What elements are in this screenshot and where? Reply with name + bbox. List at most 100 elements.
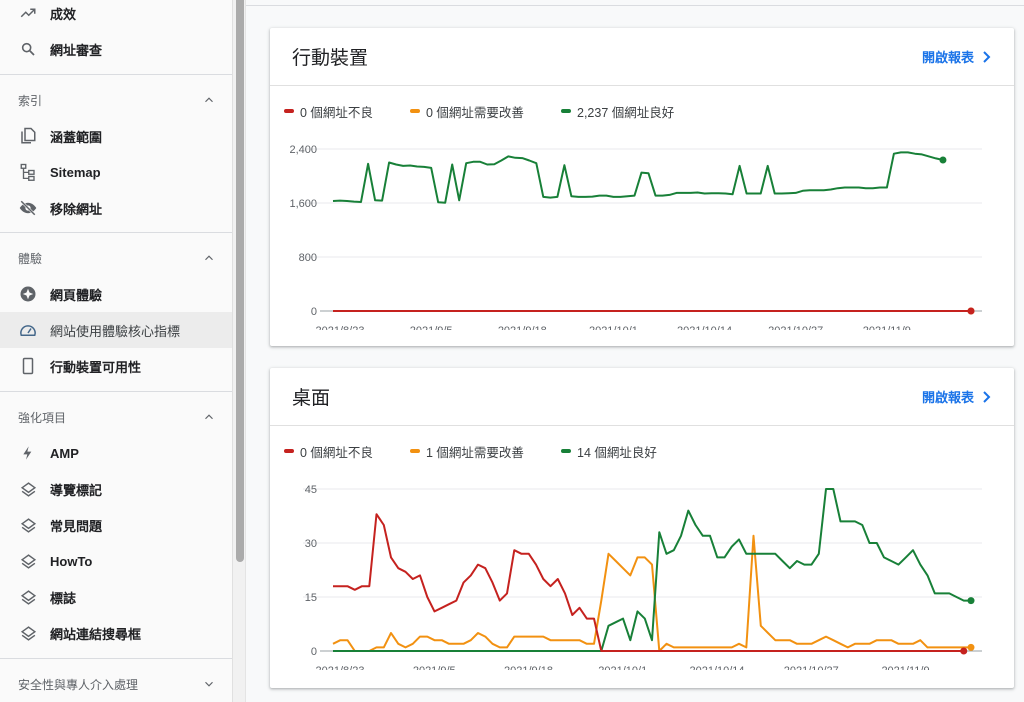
- section-index-header[interactable]: 索引: [0, 82, 232, 118]
- legend-item-poor[interactable]: 0 個網址不良: [284, 442, 373, 461]
- chevron-up-icon: [205, 414, 213, 420]
- section-security-header[interactable]: 安全性與專人介入處理: [0, 666, 232, 702]
- layers-icon: [19, 516, 37, 534]
- x-tick-label: 2021/10/1: [598, 665, 647, 677]
- sidebar-divider: [0, 74, 232, 75]
- y-tick-label: 45: [305, 484, 317, 496]
- legend-item-good[interactable]: 2,237 個網址良好: [561, 102, 674, 121]
- sidebar-item-coverage[interactable]: 涵蓋範圍: [0, 118, 232, 154]
- legend-swatch: [284, 449, 294, 453]
- trending-up-icon: [19, 4, 37, 22]
- sidebar-item-page-experience[interactable]: 網頁體驗: [0, 276, 232, 312]
- legend-item-needs-improvement[interactable]: 0 個網址需要改善: [410, 102, 524, 121]
- section-enhancements-header[interactable]: 強化項目: [0, 399, 232, 435]
- legend-item-poor[interactable]: 0 個網址不良: [284, 102, 373, 121]
- sidebar-divider: [0, 658, 232, 659]
- sidebar-scrollbar-thumb[interactable]: [236, 0, 244, 562]
- legend-swatch: [410, 109, 420, 113]
- legend-label: 0 個網址不良: [300, 445, 373, 460]
- sidebar-item-faq[interactable]: 常見問題: [0, 507, 232, 543]
- sidebar-item-url-inspection[interactable]: 網址審查: [0, 31, 232, 67]
- open-report-label: 開啟報表: [921, 390, 974, 405]
- sidebar-item-sitemap[interactable]: Sitemap: [0, 154, 232, 190]
- x-tick-label: 2021/9/5: [410, 325, 453, 337]
- sidebar-item-amp[interactable]: AMP: [0, 435, 232, 471]
- x-tick-label: 2021/11/9: [881, 665, 929, 677]
- legend-swatch: [561, 109, 571, 113]
- mobile-line-chart: 0 800 1,600 2,400 2021/8/23 2021/9/5 2021/9/18…: [289, 144, 982, 337]
- layers-icon: [19, 480, 37, 498]
- sitemap-icon: [19, 163, 37, 181]
- chevron-down-icon: [205, 681, 213, 687]
- legend-label: 0 個網址需要改善: [426, 105, 524, 120]
- smartphone-icon: [19, 357, 37, 375]
- layers-icon: [19, 588, 37, 606]
- y-tick-label: 800: [299, 252, 317, 264]
- series-end-point-needs-improvement: [967, 643, 975, 651]
- y-tick-label: 0: [311, 646, 317, 658]
- legend-swatch: [284, 109, 294, 113]
- section-experience-header[interactable]: 體驗: [0, 240, 232, 276]
- chevron-up-icon: [205, 97, 213, 103]
- desktop-card: 桌面 開啟報表 0 個網址不良 1 個網址需要改善 14 個網址良好 0 15 30…: [270, 368, 1014, 688]
- series-end-point-poor: [960, 647, 968, 655]
- layers-icon: [19, 552, 37, 570]
- series-end-point-poor: [967, 307, 975, 315]
- series-end-point-good: [967, 597, 975, 605]
- sidebar-item-mobile-usability[interactable]: 行動裝置可用性: [0, 348, 232, 384]
- search-icon: [19, 40, 37, 58]
- open-report-link[interactable]: 開啟報表: [922, 387, 992, 406]
- file-copy-icon: [19, 127, 37, 145]
- x-tick-label: 2021/9/18: [504, 665, 553, 677]
- legend-label: 1 個網址需要改善: [426, 445, 524, 460]
- y-tick-label: 15: [305, 592, 317, 604]
- legend-label: 2,237 個網址良好: [577, 105, 675, 120]
- card-title: 行動裝置: [292, 48, 369, 69]
- legend-swatch: [561, 449, 571, 453]
- x-tick-label: 2021/10/27: [768, 325, 823, 337]
- sidebar: 成效 網址審查 索引 涵蓋範圍 Sitemap 移除網址 體驗 網頁體驗 網站使…: [0, 0, 233, 702]
- open-report-link[interactable]: 開啟報表: [922, 47, 992, 66]
- series-end-point-good: [939, 156, 947, 164]
- layers-icon: [19, 624, 37, 642]
- x-tick-label: 2021/10/27: [784, 665, 839, 677]
- x-tick-label: 2021/10/14: [689, 665, 744, 677]
- legend-item-good[interactable]: 14 個網址良好: [561, 442, 657, 461]
- legend-swatch: [410, 449, 420, 453]
- sidebar-divider: [0, 232, 232, 233]
- chevron-up-icon: [205, 255, 213, 261]
- sidebar-item-logo[interactable]: 標誌: [0, 579, 232, 615]
- card-header: 行動裝置 開啟報表: [270, 28, 1014, 86]
- x-tick-label: 2021/9/5: [413, 665, 456, 677]
- open-report-label: 開啟報表: [921, 50, 974, 65]
- sidebar-item-sitelinks-searchbox[interactable]: 網站連結搜尋框: [0, 615, 232, 651]
- card-header: 桌面 開啟報表: [270, 368, 1014, 426]
- x-tick-label: 2021/8/23: [316, 325, 365, 337]
- speed-gauge-icon: [19, 321, 37, 339]
- visibility-off-icon: [19, 199, 37, 217]
- y-tick-label: 1,600: [289, 198, 317, 210]
- x-tick-label: 2021/10/1: [589, 325, 638, 337]
- y-tick-label: 30: [305, 538, 317, 550]
- legend-label: 14 個網址良好: [577, 445, 657, 460]
- legend-item-needs-improvement[interactable]: 1 個網址需要改善: [410, 442, 524, 461]
- header-divider: [246, 5, 1024, 6]
- sidebar-item-breadcrumbs[interactable]: 導覽標記: [0, 471, 232, 507]
- x-tick-label: 2021/11/9: [863, 325, 911, 337]
- mobile-card: 行動裝置 開啟報表 0 個網址不良 0 個網址需要改善 2,237 個網址良好 …: [270, 28, 1014, 346]
- bolt-icon: [19, 444, 37, 462]
- x-tick-label: 2021/10/14: [677, 325, 732, 337]
- y-tick-label: 0: [311, 306, 317, 318]
- sidebar-item-howto[interactable]: HowTo: [0, 543, 232, 579]
- page-experience-icon: [19, 285, 37, 303]
- desktop-line-chart: 0 15 30 45 2021/8/23 2021/9/5 2021/9/18 2021/10…: [303, 484, 982, 677]
- sidebar-divider: [0, 391, 232, 392]
- series-line-good: [332, 151, 944, 204]
- y-tick-label: 2,400: [289, 144, 317, 156]
- chevron-right-icon: [983, 390, 991, 403]
- legend-label: 0 個網址不良: [300, 105, 373, 120]
- sidebar-item-core-web-vitals[interactable]: 網站使用體驗核心指標: [0, 312, 232, 348]
- sidebar-item-removals[interactable]: 移除網址: [0, 190, 232, 226]
- x-tick-label: 2021/8/23: [316, 665, 365, 677]
- sidebar-item-performance[interactable]: 成效: [0, 0, 232, 31]
